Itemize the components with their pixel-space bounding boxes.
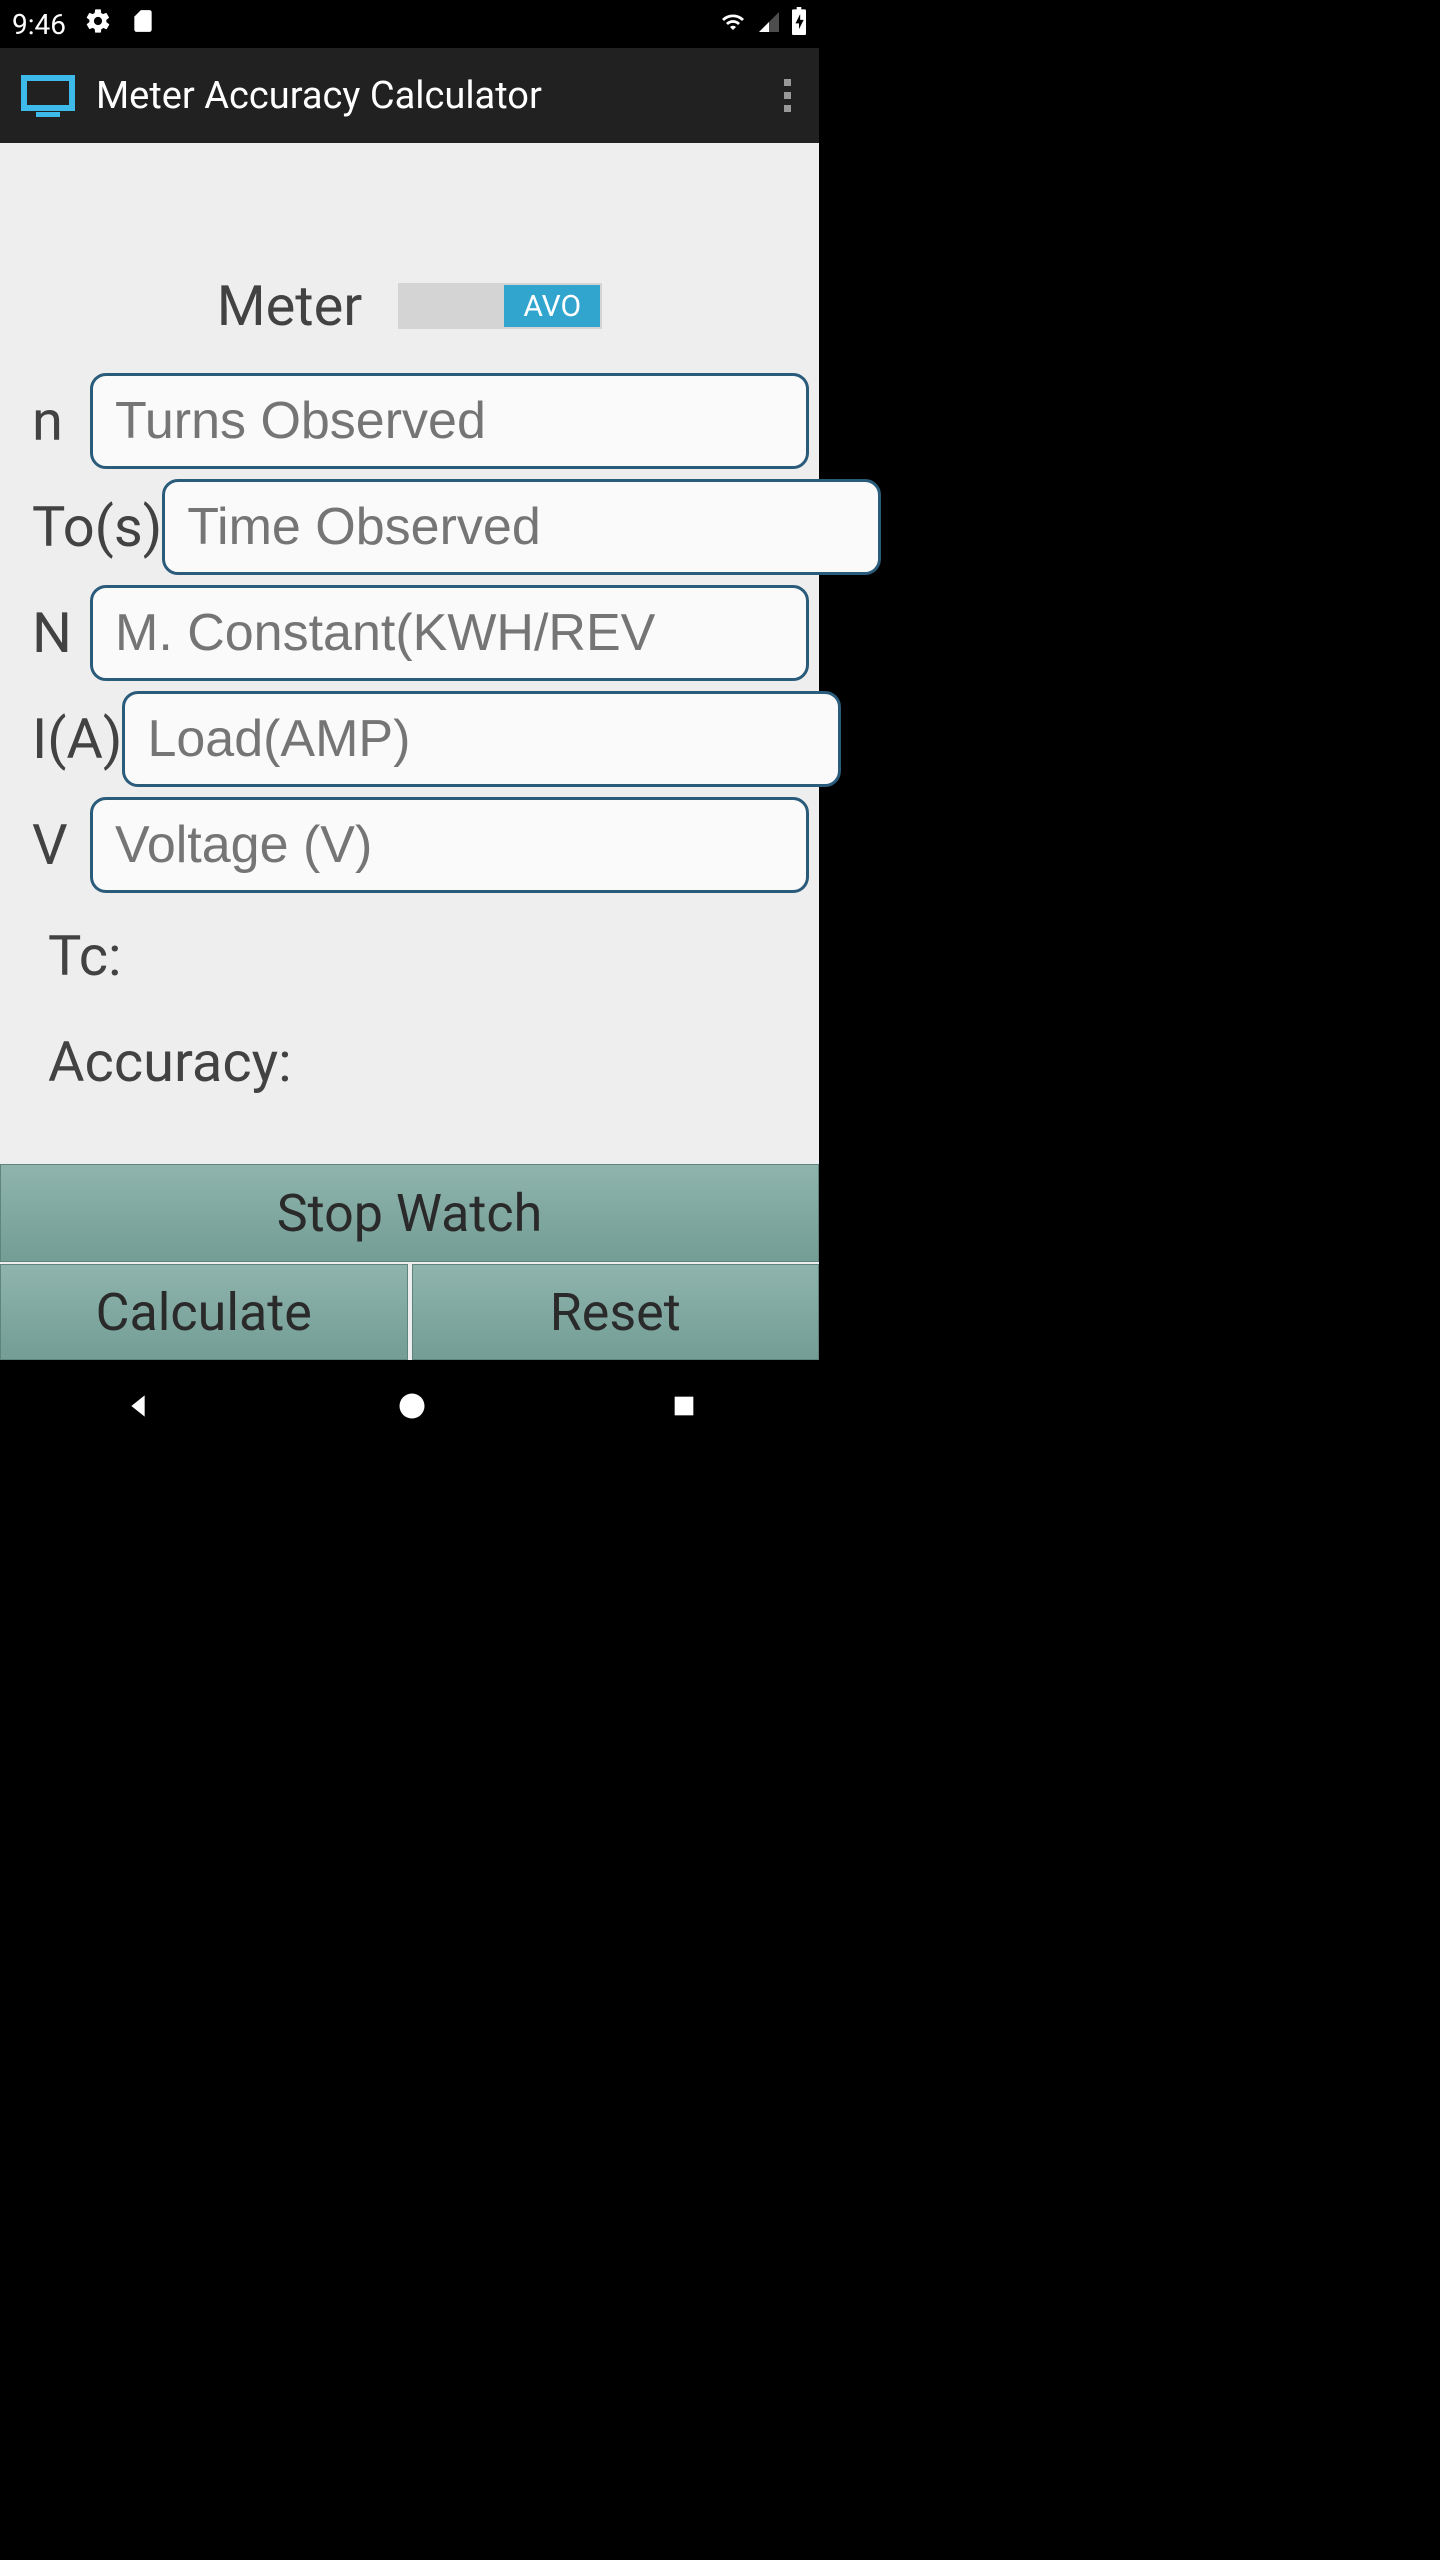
battery-icon — [791, 7, 807, 42]
navigation-bar — [0, 1360, 819, 1456]
label-to: To(s) — [32, 502, 162, 552]
voltage-input[interactable] — [90, 797, 809, 893]
meter-toggle[interactable]: AVO — [398, 283, 602, 329]
label-n: n — [32, 393, 90, 449]
app-bar: Meter Accuracy Calculator — [0, 48, 819, 143]
field-row-n: n — [32, 373, 809, 469]
reset-button[interactable]: Reset — [412, 1264, 820, 1360]
signal-icon — [757, 8, 781, 41]
status-right — [719, 7, 807, 42]
meter-constant-input[interactable] — [90, 585, 809, 681]
back-icon[interactable] — [122, 1390, 154, 1426]
tc-label: Tc: — [48, 923, 122, 989]
time-observed-input[interactable] — [162, 479, 881, 575]
meter-label: Meter — [217, 273, 363, 339]
tv-icon — [20, 72, 76, 120]
status-time: 9:46 — [12, 8, 66, 41]
menu-icon[interactable] — [784, 79, 791, 112]
label-N: N — [32, 605, 90, 661]
accuracy-output-row: Accuracy: — [0, 1029, 819, 1095]
field-row-v: V — [32, 797, 809, 893]
content-area: Meter AVO n To(s) N I(A) V Tc: Accuracy: — [0, 143, 819, 1360]
turns-observed-input[interactable] — [90, 373, 809, 469]
accuracy-label: Accuracy: — [48, 1029, 292, 1095]
button-row: Calculate Reset — [0, 1264, 819, 1360]
gear-icon — [84, 7, 112, 42]
toggle-value: AVO — [504, 285, 600, 327]
status-left: 9:46 — [12, 7, 156, 42]
load-amp-input[interactable] — [122, 691, 841, 787]
calculate-button[interactable]: Calculate — [0, 1264, 408, 1360]
app-title: Meter Accuracy Calculator — [96, 74, 542, 118]
tc-output-row: Tc: — [0, 923, 819, 989]
wifi-icon — [719, 8, 747, 41]
status-bar: 9:46 — [0, 0, 819, 48]
sd-card-icon — [130, 8, 156, 41]
meter-row: Meter AVO — [0, 273, 819, 339]
field-row-N: N — [32, 585, 809, 681]
field-row-i: I(A) — [32, 691, 809, 787]
fields-container: n To(s) N I(A) V — [0, 373, 819, 903]
label-i: I(A) — [32, 711, 122, 767]
button-area: Stop Watch Calculate Reset — [0, 1164, 819, 1360]
home-icon[interactable] — [397, 1391, 427, 1425]
label-v: V — [32, 817, 90, 873]
field-row-to: To(s) — [32, 479, 809, 575]
stopwatch-button[interactable]: Stop Watch — [0, 1164, 819, 1262]
recent-icon[interactable] — [670, 1392, 698, 1424]
